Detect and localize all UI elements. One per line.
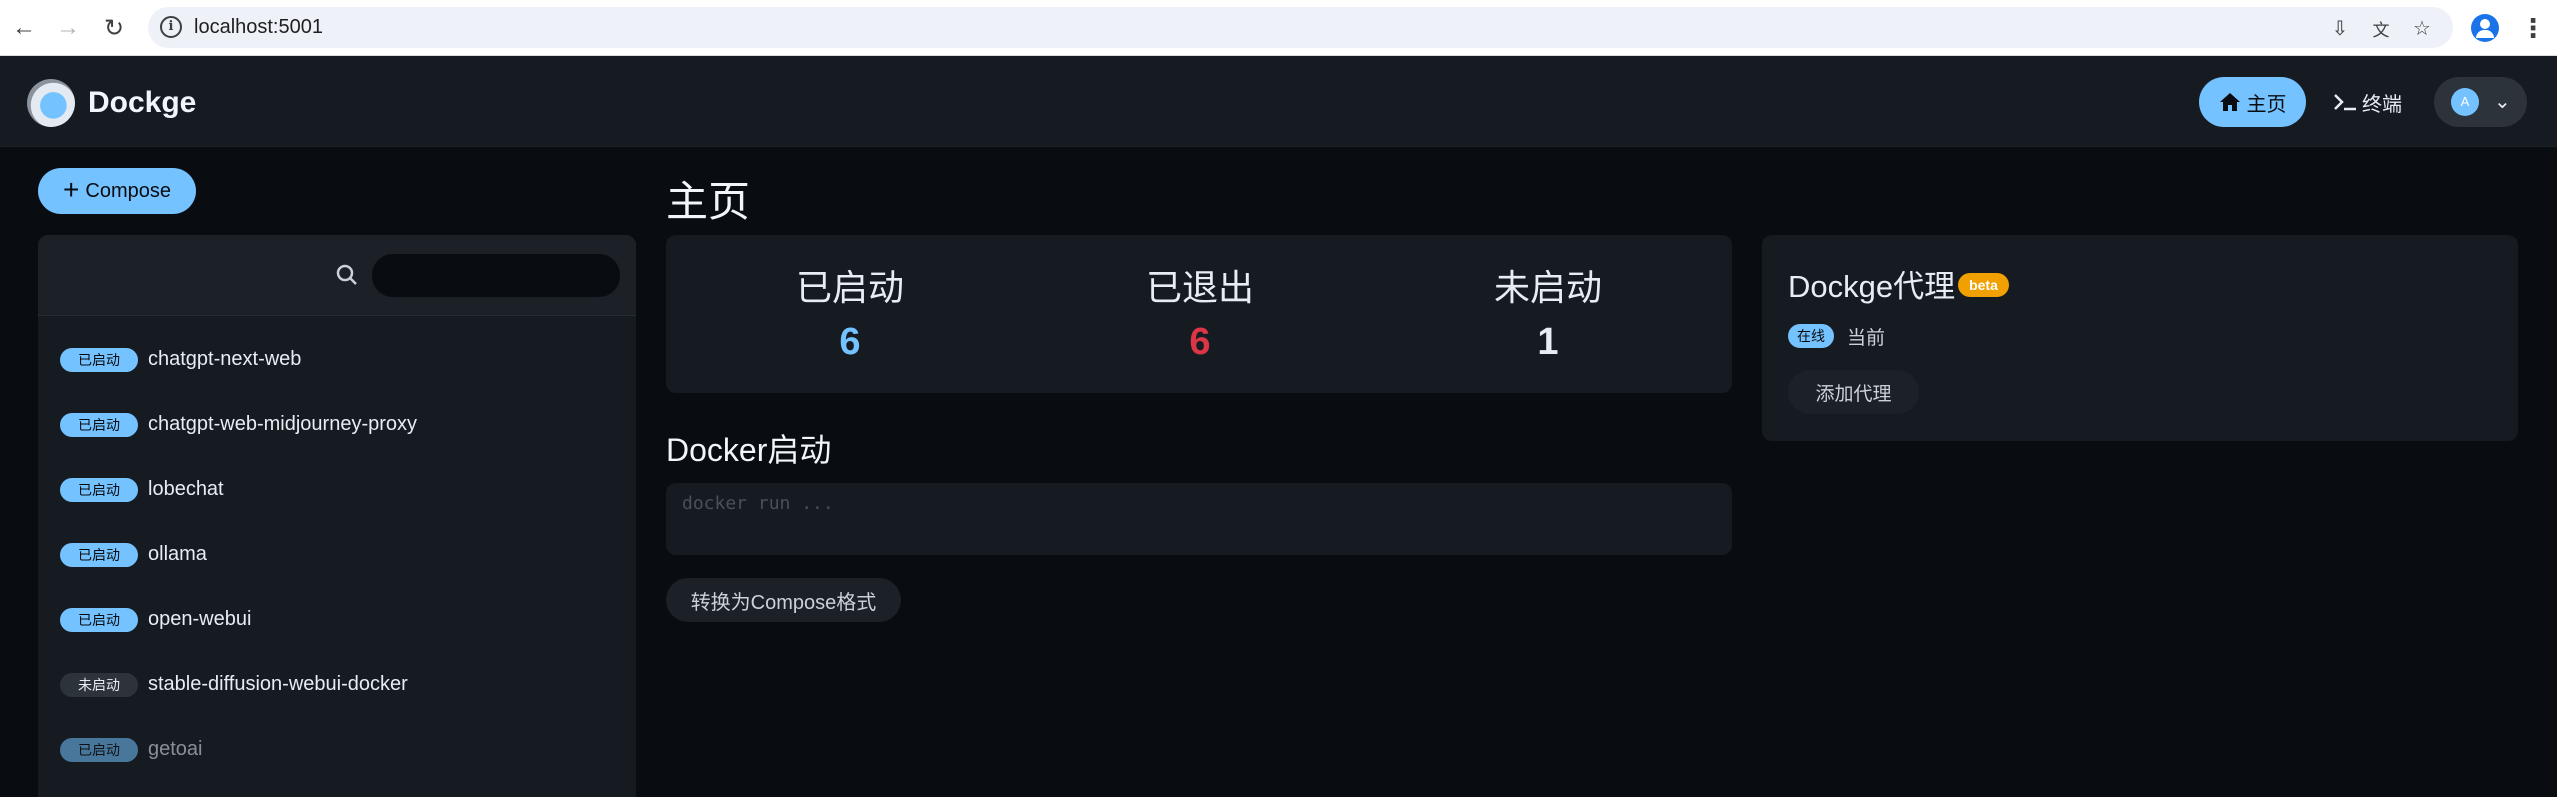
stat-label: 已退出 — [1145, 267, 1254, 308]
status-badge: 已启动 — [60, 347, 138, 372]
chevron-down-icon: ⌄ — [2494, 91, 2511, 113]
status-badge: 已启动 — [60, 477, 138, 502]
stack-name: chatgpt-web-midjourney-proxy — [148, 413, 418, 435]
status-badge: 已启动 — [60, 607, 138, 632]
terminal-icon — [2334, 94, 2356, 111]
page-title: 主页 — [666, 178, 751, 225]
compose-label: Compose — [85, 179, 171, 202]
stack-item-ollama[interactable]: 已启动 ollama — [38, 522, 636, 587]
address-bar[interactable]: i localhost:5001 ⇩ 文 ☆ — [148, 7, 2453, 48]
add-agent-button[interactable]: 添加代理 — [1788, 370, 1919, 414]
stat-value: 6 — [1189, 321, 1211, 363]
stack-name: lobechat — [148, 478, 224, 500]
online-badge: 在线 — [1788, 324, 1834, 348]
plus-icon: + — [63, 174, 80, 205]
app-header: Dockge 主页 终端 A ⌄ — [0, 56, 2557, 147]
agent-title: Dockge代理 — [1788, 269, 1956, 304]
stack-name: open-webui — [148, 608, 252, 630]
browser-toolbar: ← → ↻ i localhost:5001 ⇩ 文 ☆ ⋮ — [0, 0, 2557, 56]
stack-name: ollama — [148, 543, 207, 565]
status-badge: 已启动 — [60, 412, 138, 437]
stat-value: 6 — [839, 321, 861, 363]
user-avatar: A — [2451, 88, 2479, 116]
stack-item-open-webui[interactable]: 已启动 open-webui — [38, 587, 636, 652]
site-info-icon[interactable]: i — [160, 16, 182, 38]
bookmark-star-icon[interactable]: ☆ — [2410, 16, 2434, 40]
browser-menu-icon[interactable]: ⋮ — [2520, 12, 2546, 44]
back-icon[interactable]: ← — [8, 12, 40, 44]
agent-card: Dockge代理 beta 在线 当前 添加代理 — [1762, 235, 2518, 441]
stack-item-chatgpt-next-web[interactable]: 已启动 chatgpt-next-web — [38, 327, 636, 392]
stat-active: 已启动 6 — [750, 259, 950, 364]
stat-exited: 已退出 6 — [1100, 259, 1300, 364]
stack-item-chatgpt-web-midjourney-proxy[interactable]: 已启动 chatgpt-web-midjourney-proxy — [38, 392, 636, 457]
docker-run-title: Docker启动 — [666, 432, 832, 468]
forward-icon[interactable]: → — [52, 12, 84, 44]
stack-item-stable-diffusion-webui-docker[interactable]: 未启动 stable-diffusion-webui-docker — [38, 652, 636, 717]
compose-button[interactable]: + Compose — [38, 168, 196, 214]
stack-item-lobechat[interactable]: 已启动 lobechat — [38, 457, 636, 522]
stack-name: getoai — [148, 738, 203, 760]
stat-label: 未启动 — [1493, 267, 1602, 308]
url-text[interactable]: localhost:5001 — [194, 16, 323, 39]
profile-icon[interactable] — [2471, 14, 2499, 42]
reload-icon[interactable]: ↻ — [98, 12, 130, 44]
stack-name: stable-diffusion-webui-docker — [148, 673, 408, 695]
convert-to-compose-button[interactable]: 转换为Compose格式 — [666, 578, 901, 622]
search-icon — [336, 264, 357, 285]
install-app-icon[interactable]: ⇩ — [2328, 16, 2352, 40]
stat-inactive: 未启动 1 — [1448, 259, 1648, 364]
docker-run-input[interactable] — [666, 483, 1732, 555]
status-badge: 未启动 — [60, 672, 138, 697]
stack-list-header — [38, 235, 636, 316]
nav-home-label: 主页 — [2246, 93, 2287, 116]
home-icon — [2219, 93, 2240, 111]
brand-name[interactable]: Dockge — [88, 86, 196, 120]
stat-value: 1 — [1537, 321, 1559, 363]
stack-item-getoai[interactable]: 已启动 getoai — [38, 717, 636, 782]
status-badge: 已启动 — [60, 542, 138, 567]
translate-icon[interactable]: 文 — [2369, 16, 2393, 40]
nav-terminal-button[interactable]: 终端 — [2322, 77, 2412, 127]
user-menu-button[interactable]: A ⌄ — [2434, 77, 2527, 127]
search-input[interactable] — [371, 253, 621, 298]
nav-home-button[interactable]: 主页 — [2199, 77, 2306, 127]
current-agent-label: 当前 — [1847, 328, 1886, 349]
beta-badge: beta — [1958, 273, 2009, 297]
dockge-logo[interactable] — [27, 79, 75, 127]
stack-stats-card: 已启动 6 已退出 6 未启动 1 — [666, 235, 1732, 393]
stack-list-panel: 已启动 chatgpt-next-web 已启动 chatgpt-web-mid… — [38, 235, 636, 797]
nav-terminal-label: 终端 — [2362, 93, 2402, 116]
stack-name: chatgpt-next-web — [148, 348, 302, 370]
status-badge: 已启动 — [60, 737, 138, 762]
stat-label: 已启动 — [795, 267, 904, 308]
